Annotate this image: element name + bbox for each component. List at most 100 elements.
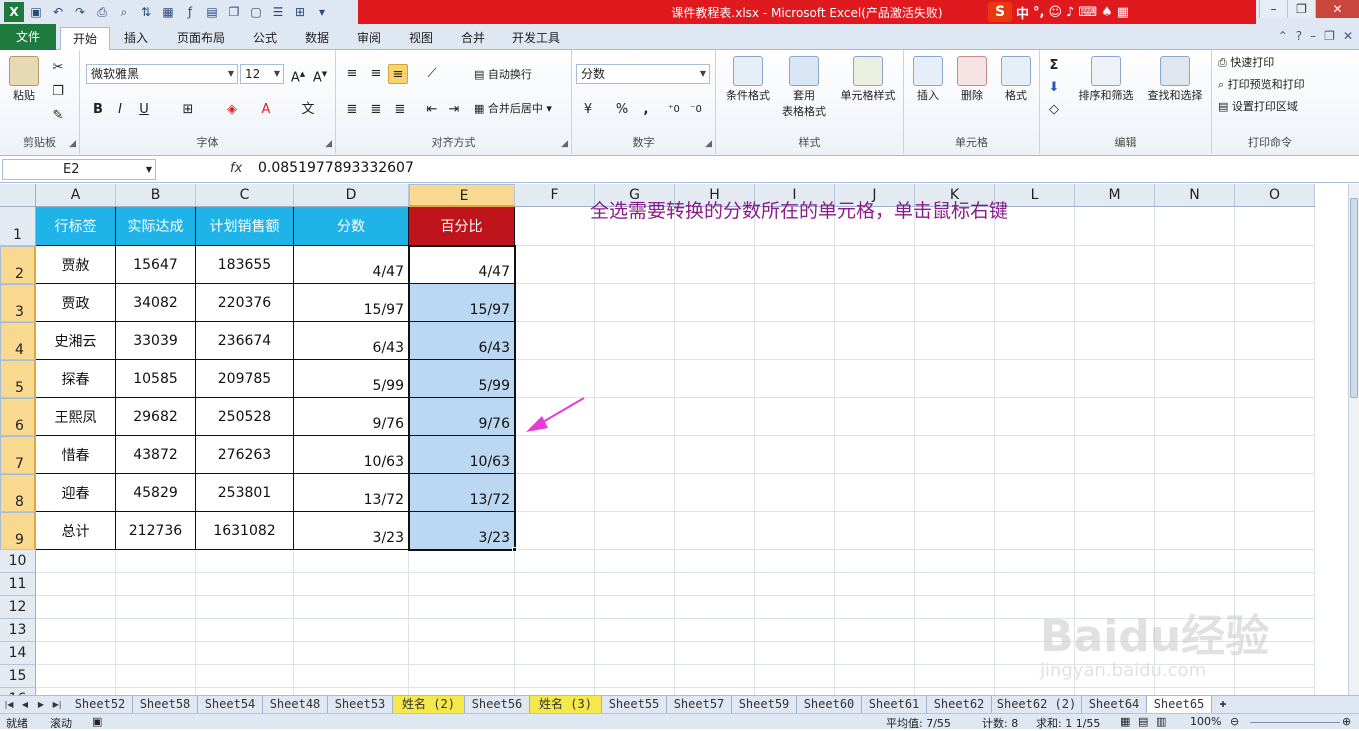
cell-g16[interactable] <box>595 688 675 695</box>
sheet-tab[interactable]: Sheet62 (2) <box>992 696 1082 713</box>
cell-m9[interactable] <box>1075 512 1155 550</box>
column-header-n[interactable]: N <box>1155 184 1235 207</box>
cell-h6[interactable] <box>675 398 755 436</box>
cell-k4[interactable] <box>915 322 995 360</box>
skin-icon[interactable]: ♠ <box>1101 5 1113 20</box>
workbook-close-icon[interactable]: ✕ <box>1343 29 1353 43</box>
border-icon[interactable]: ⊞ <box>178 100 198 120</box>
cell-i5[interactable] <box>755 360 835 398</box>
cell-l7[interactable] <box>995 436 1075 474</box>
sort-icon[interactable]: ⇅ <box>136 2 156 22</box>
cell-c14[interactable] <box>196 642 294 665</box>
cell-j2[interactable] <box>835 246 915 284</box>
table-cell-b7[interactable]: 43872 <box>116 436 196 474</box>
cell-h5[interactable] <box>675 360 755 398</box>
mic-icon[interactable]: ♪ <box>1066 5 1074 20</box>
table-cell-c8[interactable]: 253801 <box>196 474 294 512</box>
table-cell-a5[interactable]: 探春 <box>36 360 116 398</box>
cell-g13[interactable] <box>595 619 675 642</box>
row-header-12[interactable]: 12 <box>0 596 36 619</box>
cell-f8[interactable] <box>515 474 595 512</box>
table-cell-c2[interactable]: 183655 <box>196 246 294 284</box>
undo-icon[interactable]: ↶ <box>48 2 68 22</box>
sheet-tab[interactable]: Sheet48 <box>263 696 328 713</box>
cell-f3[interactable] <box>515 284 595 322</box>
cell-o2[interactable] <box>1235 246 1315 284</box>
fill-icon[interactable]: ⬇ <box>1044 78 1064 98</box>
insert-cells-button[interactable]: 插入 <box>908 56 948 104</box>
sheet-tab[interactable]: Sheet65 <box>1147 696 1212 713</box>
page-break-view-icon[interactable]: ▥ <box>1156 715 1166 728</box>
cell-b15[interactable] <box>116 665 196 688</box>
percent-button[interactable]: % <box>612 100 632 120</box>
cell-m1[interactable] <box>1075 207 1155 246</box>
column-header-o[interactable]: O <box>1235 184 1315 207</box>
cell-d15[interactable] <box>294 665 409 688</box>
cell-l10[interactable] <box>995 550 1075 573</box>
cell-n8[interactable] <box>1155 474 1235 512</box>
cell-l6[interactable] <box>995 398 1075 436</box>
row-header-10[interactable]: 10 <box>0 550 36 573</box>
increase-decimal-icon[interactable]: ⁺0 <box>664 100 684 120</box>
cell-l3[interactable] <box>995 284 1075 322</box>
collapse-ribbon-icon[interactable]: ⌃ <box>1278 29 1288 43</box>
cell-f4[interactable] <box>515 322 595 360</box>
font-name-select[interactable]: 微软雅黑 ▼ <box>86 64 238 84</box>
cell-b11[interactable] <box>116 573 196 596</box>
table-cell-c6[interactable]: 250528 <box>196 398 294 436</box>
cell-h10[interactable] <box>675 550 755 573</box>
cell-k3[interactable] <box>915 284 995 322</box>
cell-l4[interactable] <box>995 322 1075 360</box>
cell-k15[interactable] <box>915 665 995 688</box>
tab-formulas[interactable]: 公式 <box>244 27 286 49</box>
cell-g14[interactable] <box>595 642 675 665</box>
sheet-tab[interactable]: Sheet56 <box>465 696 530 713</box>
underline-button[interactable]: U <box>134 100 154 120</box>
save-icon[interactable]: ▣ <box>26 2 46 22</box>
function-icon[interactable]: ƒ <box>180 2 200 22</box>
find-select-button[interactable]: 查找和选择 <box>1142 56 1208 104</box>
last-sheet-icon[interactable]: ▶| <box>50 697 64 712</box>
cell-l2[interactable] <box>995 246 1075 284</box>
sheet-tab[interactable]: Sheet59 <box>732 696 797 713</box>
row-header-8[interactable]: 8 <box>0 474 36 512</box>
increase-indent-icon[interactable]: ⇥ <box>444 100 464 120</box>
cell-m6[interactable] <box>1075 398 1155 436</box>
cell-l9[interactable] <box>995 512 1075 550</box>
cell-h7[interactable] <box>675 436 755 474</box>
cell-d12[interactable] <box>294 596 409 619</box>
cell-n3[interactable] <box>1155 284 1235 322</box>
italic-button[interactable]: I <box>110 100 130 120</box>
cell-o11[interactable] <box>1235 573 1315 596</box>
row-header-14[interactable]: 14 <box>0 642 36 665</box>
cell-k16[interactable] <box>915 688 995 695</box>
tab-merge[interactable]: 合并 <box>452 27 494 49</box>
cell-g15[interactable] <box>595 665 675 688</box>
cell-m3[interactable] <box>1075 284 1155 322</box>
cell-e16[interactable] <box>409 688 515 695</box>
cell-e15[interactable] <box>409 665 515 688</box>
cell-m16[interactable] <box>1075 688 1155 695</box>
select-all-corner[interactable] <box>0 184 36 207</box>
table-cell-e4[interactable]: 6/43 <box>409 322 515 360</box>
cell-l5[interactable] <box>995 360 1075 398</box>
cell-k11[interactable] <box>915 573 995 596</box>
cell-styles-button[interactable]: 单元格样式 <box>834 56 902 104</box>
cell-i4[interactable] <box>755 322 835 360</box>
sheet-tab[interactable]: Sheet60 <box>797 696 862 713</box>
close-icon[interactable]: ✕ <box>1315 0 1359 18</box>
formula-input[interactable]: 0.0851977893332607 <box>258 160 414 176</box>
cell-b10[interactable] <box>116 550 196 573</box>
name-box[interactable]: E2 ▼ <box>2 159 156 180</box>
cell-j10[interactable] <box>835 550 915 573</box>
cell-m5[interactable] <box>1075 360 1155 398</box>
workbook-restore-icon[interactable]: ❐ <box>1324 29 1335 43</box>
comma-button[interactable]: , <box>636 100 656 120</box>
cell-o4[interactable] <box>1235 322 1315 360</box>
cell-m11[interactable] <box>1075 573 1155 596</box>
table-cell-a8[interactable]: 迎春 <box>36 474 116 512</box>
column-header-a[interactable]: A <box>36 184 116 207</box>
bold-button[interactable]: B <box>88 100 108 120</box>
sheet-tab[interactable]: 姓名 (2) <box>393 696 465 713</box>
number-format-select[interactable]: 分数 ▼ <box>576 64 710 84</box>
